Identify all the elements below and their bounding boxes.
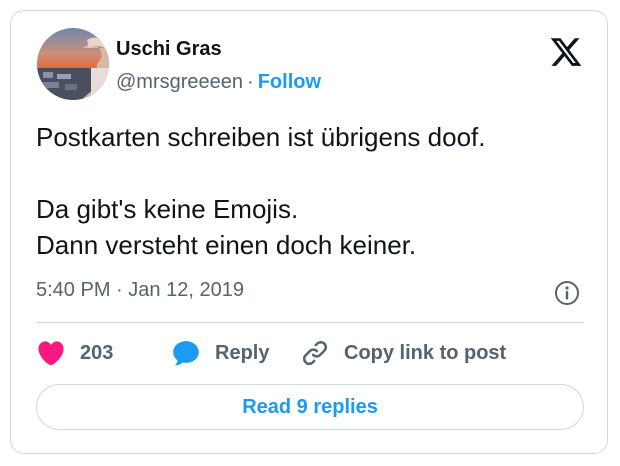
tweet-card: Uschi Gras @mrsgreeeen · Follow Postkarten… [10,10,608,454]
x-logo-icon[interactable] [549,35,583,69]
author-handle[interactable]: @mrsgreeeen [116,71,243,93]
tweet-line: Dann versteht einen doch keiner. [36,230,417,260]
tweet-timestamp[interactable]: 5:40 PM · Jan 12, 2019 [36,279,244,302]
speech-bubble-icon [173,341,199,366]
avatar[interactable] [37,28,109,100]
heart-icon [38,341,64,366]
info-icon[interactable] [554,280,580,306]
like-count: 203 [80,341,114,364]
action-bar: 203 Reply Copy link to post [36,336,584,370]
divider [36,322,584,323]
author-name[interactable]: Uschi Gras [116,38,222,61]
tweet-text: Postkarten schreiben ist übrigens doof. … [36,119,596,263]
copy-link-button[interactable]: Copy link to post [300,336,506,370]
author-handle-row: @mrsgreeeen · Follow [116,71,321,94]
tweet-date: Jan 12, 2019 [128,279,244,301]
read-replies-label: Read 9 replies [242,395,378,418]
read-replies-button[interactable]: Read 9 replies [36,384,584,430]
link-icon [302,340,328,366]
reply-label: Reply [215,341,270,364]
tweet-line: Postkarten schreiben ist übrigens doof. [36,122,486,152]
copy-link-label: Copy link to post [344,341,507,364]
follow-button[interactable]: Follow [258,71,321,93]
tweet-line: Da gibt's keine Emojis. [36,194,299,224]
meta-separator: · [116,279,123,301]
like-button[interactable]: 203 [36,336,113,370]
handle-separator: · [247,71,254,93]
reply-button[interactable]: Reply [171,336,269,370]
tweet-time: 5:40 PM [36,279,111,301]
